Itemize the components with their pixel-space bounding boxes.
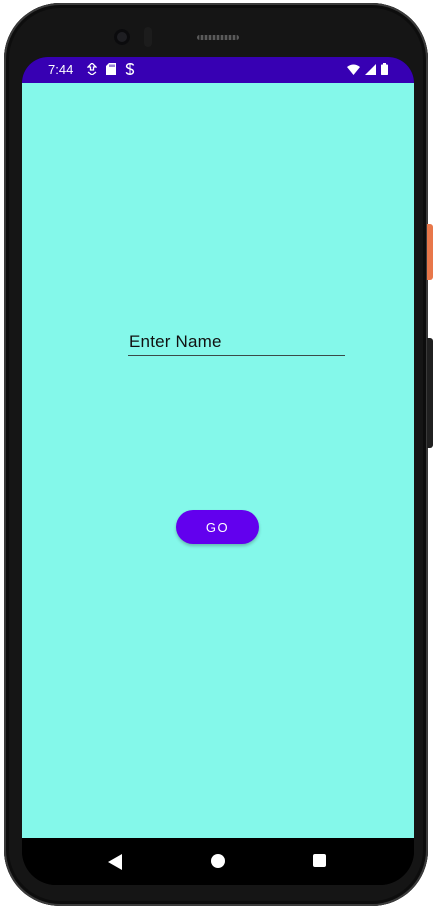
status-bar: 7:44: [22, 57, 414, 83]
recents-icon[interactable]: [313, 854, 326, 867]
name-input[interactable]: [128, 329, 345, 356]
sd-card-icon: [106, 63, 116, 75]
back-icon[interactable]: [108, 854, 122, 870]
go-button[interactable]: GO: [176, 510, 259, 544]
battery-icon: [381, 63, 388, 75]
device-screen: 7:44 Enter Name GO: [22, 57, 414, 885]
cell-signal-icon: [365, 63, 376, 75]
notification-icons: [87, 63, 135, 75]
volume-button: [427, 338, 433, 448]
navigation-bar: [22, 838, 414, 885]
status-time: 7:44: [48, 62, 74, 77]
front-camera: [114, 29, 130, 45]
power-button: [427, 224, 433, 280]
system-status-icons: [347, 63, 388, 75]
wifi-icon: [347, 64, 360, 75]
download-notification-icon: [87, 63, 97, 75]
proximity-sensor: [144, 27, 152, 47]
earpiece-speaker: [197, 35, 239, 40]
home-icon[interactable]: [211, 854, 225, 868]
s-app-icon: [125, 63, 135, 75]
app-content: GO: [22, 83, 414, 838]
